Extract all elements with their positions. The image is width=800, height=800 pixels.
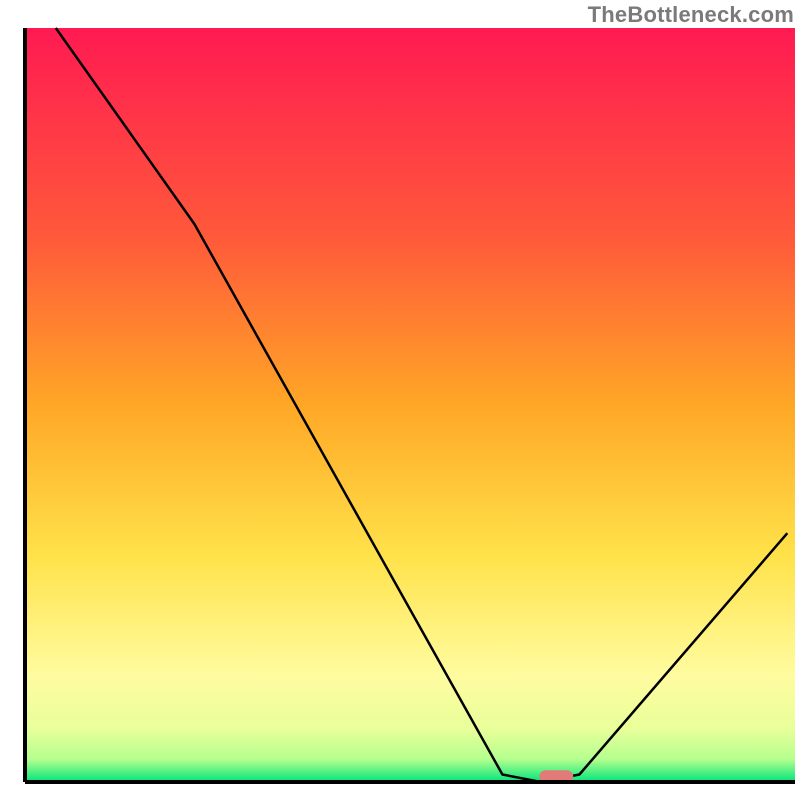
watermark-text: TheBottleneck.com	[588, 2, 794, 28]
bottleneck-chart	[0, 0, 800, 800]
plot-background	[25, 28, 795, 782]
chart-container: TheBottleneck.com	[0, 0, 800, 800]
